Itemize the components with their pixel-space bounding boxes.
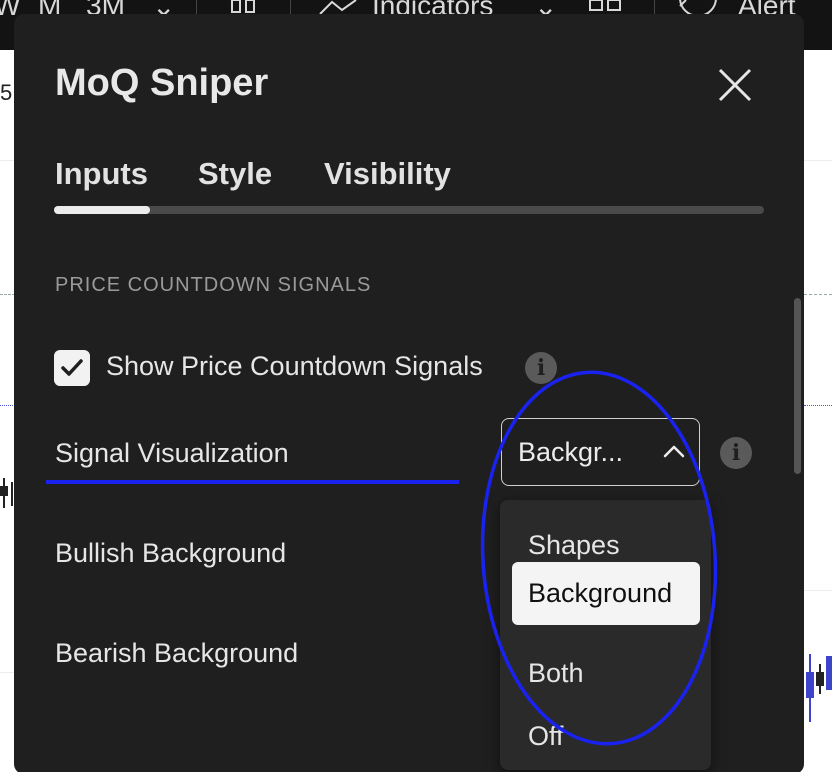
active-tab-indicator xyxy=(54,206,150,214)
chart-dashed-line xyxy=(804,294,832,295)
candles-icon[interactable] xyxy=(228,0,260,14)
signal-visualization-dropdown: Shapes Background Both Off xyxy=(500,500,711,770)
checkmark-icon xyxy=(61,359,83,376)
chart-dashed-line xyxy=(0,294,15,295)
info-icon[interactable]: i xyxy=(720,437,752,469)
bearish-background-label: Bearish Background xyxy=(55,638,299,668)
section-header: PRICE COUNTDOWN SIGNALS xyxy=(55,274,372,296)
chart-gridline xyxy=(804,160,832,161)
signal-visualization-select[interactable]: Backgr... xyxy=(501,418,700,486)
option-shapes[interactable]: Shapes xyxy=(528,530,620,561)
close-button[interactable] xyxy=(714,64,754,104)
tab-track xyxy=(54,206,764,214)
dialog-title: MoQ Sniper xyxy=(55,62,269,104)
show-signals-label: Show Price Countdown Signals xyxy=(106,351,483,381)
option-background[interactable]: Background xyxy=(512,562,700,625)
signal-visualization-underline xyxy=(46,480,459,484)
show-signals-checkbox[interactable] xyxy=(54,350,90,386)
chevron-up-icon xyxy=(663,445,685,458)
tab-style[interactable]: Style xyxy=(198,156,272,192)
chart-gridline xyxy=(0,160,15,161)
chart-dotted-line xyxy=(0,405,15,406)
layout-icon[interactable] xyxy=(588,0,622,14)
info-icon[interactable]: i xyxy=(525,352,557,384)
chart-area-left: 5 xyxy=(0,50,15,772)
signal-visualization-label: Signal Visualization xyxy=(55,438,289,468)
candlestick xyxy=(0,478,13,508)
bullish-background-label: Bullish Background xyxy=(55,538,287,568)
option-both[interactable]: Both xyxy=(528,658,584,689)
tab-inputs[interactable]: Inputs xyxy=(55,156,148,192)
chart-gridline xyxy=(804,590,832,591)
chart-gridline xyxy=(0,672,15,673)
price-axis-label: 5 xyxy=(0,80,13,105)
toolbar-divider xyxy=(654,0,655,14)
toolbar-divider xyxy=(196,0,197,14)
dialog-scrollbar[interactable] xyxy=(794,298,801,474)
chart-dotted-line xyxy=(804,405,832,406)
chart-area-right xyxy=(804,50,832,772)
toolbar-divider xyxy=(290,0,291,14)
select-value: Backgr... xyxy=(518,437,624,467)
option-background-label: Background xyxy=(528,578,673,608)
option-off[interactable]: Off xyxy=(528,721,564,752)
tab-visibility[interactable]: Visibility xyxy=(324,156,451,192)
close-icon[interactable] xyxy=(714,64,754,104)
indicator-settings-dialog: MoQ Sniper Inputs Style Visibility PRICE… xyxy=(14,14,804,772)
candlestick xyxy=(806,654,832,722)
